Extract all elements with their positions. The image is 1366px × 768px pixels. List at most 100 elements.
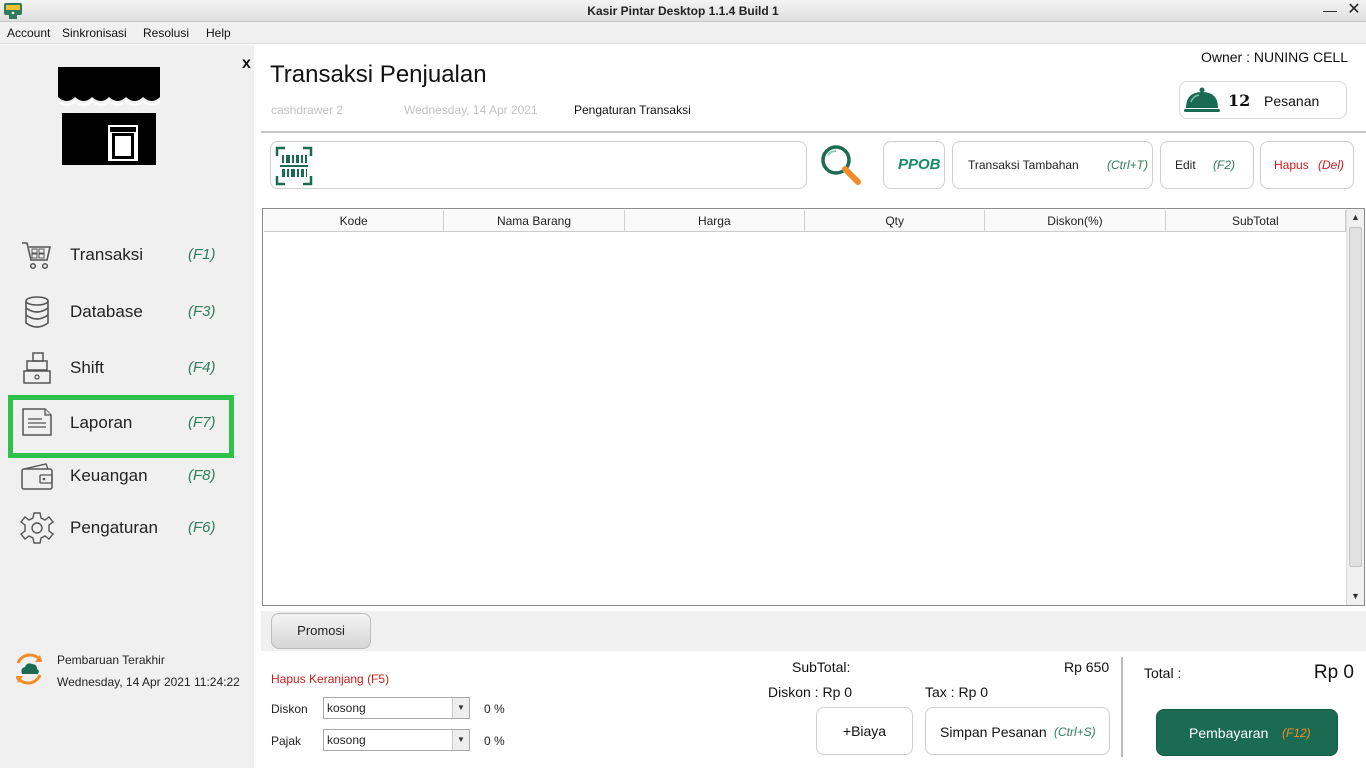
edit-label: Edit	[1175, 158, 1196, 172]
wallet-icon	[21, 463, 53, 490]
column-header-harga[interactable]: Harga	[625, 210, 805, 231]
total-value: Rp 0	[1313, 662, 1354, 683]
ppob-button[interactable]: PPOB	[883, 141, 945, 189]
column-header-kode[interactable]: Kode	[264, 210, 445, 231]
discount-select[interactable]: kosong ▼	[323, 697, 470, 719]
sidebar-item-pengaturan[interactable]: Pengaturan (F6)	[8, 501, 234, 555]
save-order-button[interactable]: Simpan Pesanan (Ctrl+S)	[925, 707, 1110, 755]
scroll-down-arrow-icon[interactable]: ▼	[1347, 588, 1364, 605]
promo-bar: Promosi	[261, 611, 1366, 651]
tax-select-value: kosong	[327, 733, 366, 747]
column-header-subtotal[interactable]: SubTotal	[1166, 210, 1346, 231]
edit-shortcut: (F2)	[1213, 158, 1235, 172]
store-logo-icon	[58, 67, 160, 165]
subtotal-label: SubTotal:	[792, 659, 851, 675]
discount-percent: 0 %	[484, 702, 505, 716]
menu-account[interactable]: Account	[7, 26, 50, 40]
menu-sinkronisasi[interactable]: Sinkronisasi	[62, 26, 127, 40]
chevron-down-icon[interactable]: ▼	[452, 698, 469, 718]
sidebar-item-shortcut: (F1)	[188, 246, 216, 263]
close-window-button[interactable]: ✕	[1344, 1, 1364, 21]
extra-transaction-label: Transaksi Tambahan	[968, 158, 1079, 172]
discount-label: Diskon	[271, 702, 308, 716]
transaction-settings-link[interactable]: Pengaturan Transaksi	[574, 103, 691, 117]
sidebar-item-label: Transaksi	[70, 245, 144, 264]
add-fee-button[interactable]: +Biaya	[816, 707, 913, 755]
sidebar-item-keuangan[interactable]: Keuangan (F8)	[8, 449, 234, 503]
scroll-thumb[interactable]	[1349, 227, 1362, 567]
sidebar-close-button[interactable]: x	[242, 55, 251, 73]
extra-transaction-button[interactable]: Transaksi Tambahan (Ctrl+T)	[952, 141, 1153, 189]
summary-divider	[1121, 657, 1123, 757]
discount-select-value: kosong	[327, 701, 366, 715]
sidebar-item-database[interactable]: Database (F3)	[8, 285, 234, 339]
sidebar-item-shift[interactable]: Shift (F4)	[8, 341, 234, 395]
delete-shortcut: (Del)	[1318, 158, 1344, 172]
title-bar: Kasir Pintar Desktop 1.1.4 Build 1 — ✕	[0, 0, 1366, 22]
cloche-icon	[1184, 87, 1220, 112]
menu-bar: Account Sinkronisasi Resolusi Help	[0, 22, 1366, 44]
shopping-cart-icon	[22, 242, 52, 270]
sidebar-item-shortcut: (F4)	[188, 359, 216, 376]
sidebar-item-shortcut: (F3)	[188, 303, 216, 320]
tax-label: Pajak	[271, 734, 302, 748]
search-icon[interactable]	[818, 143, 862, 187]
barcode-search-box[interactable]	[270, 141, 807, 189]
save-order-shortcut: (Ctrl+S)	[1054, 725, 1096, 739]
sidebar-item-label: Database	[70, 302, 143, 321]
last-sync-panel: Pembaruan Terakhir Wednesday, 14 Apr 202…	[12, 649, 252, 699]
delete-label: Hapus	[1274, 158, 1309, 172]
sidebar-item-label: Pengaturan	[70, 518, 158, 537]
minimize-button[interactable]: —	[1320, 2, 1340, 20]
cloud-sync-icon[interactable]	[12, 651, 46, 687]
barcode-scan-icon[interactable]	[275, 146, 313, 186]
owner-label: Owner : NUNING CELL	[1200, 49, 1348, 65]
transaction-table[interactable]: Kode Nama Barang Harga Qty Diskon(%) Sub…	[262, 208, 1365, 606]
payment-label: Pembayaran	[1189, 725, 1269, 741]
chevron-down-icon[interactable]: ▼	[452, 730, 469, 750]
clear-cart-link[interactable]: Hapus Keranjang (F5)	[271, 672, 389, 686]
tax-percent: 0 %	[484, 734, 505, 748]
sidebar-item-label: Shift	[70, 358, 105, 377]
cashdrawer-label: cashdrawer 2	[271, 103, 344, 117]
payment-button[interactable]: Pembayaran (F12)	[1156, 709, 1338, 756]
column-header-nama-barang[interactable]: Nama Barang	[444, 210, 625, 231]
orders-button[interactable]: 12 Pesanan	[1179, 81, 1347, 119]
summary-tax: Tax : Rp 0	[925, 684, 989, 700]
column-header-qty[interactable]: Qty	[805, 210, 986, 231]
table-scrollbar[interactable]: ▲ ▼	[1346, 209, 1364, 605]
gear-icon	[20, 512, 54, 544]
main-panel: Transaksi Penjualan Owner : NUNING CELL …	[254, 45, 1366, 768]
orders-count: 12	[1228, 91, 1251, 110]
sidebar-item-shortcut: (F8)	[188, 467, 216, 484]
edit-button[interactable]: Edit (F2)	[1160, 141, 1254, 189]
menu-help[interactable]: Help	[206, 26, 231, 40]
payment-shortcut: (F12)	[1282, 726, 1311, 740]
save-order-label: Simpan Pesanan	[940, 724, 1047, 740]
sync-time: Wednesday, 14 Apr 2021 11:24:22	[57, 675, 240, 689]
subtotal-value: Rp 650	[1064, 659, 1110, 675]
column-header-diskon[interactable]: Diskon(%)	[985, 210, 1166, 231]
ppob-label: PPOB	[898, 156, 941, 173]
sidebar-item-label: Laporan	[70, 413, 133, 432]
tax-select[interactable]: kosong ▼	[323, 729, 470, 751]
barcode-search-input[interactable]	[321, 152, 791, 178]
cash-register-icon	[23, 352, 51, 384]
page-title: Transaksi Penjualan	[270, 61, 487, 88]
total-label: Total :	[1144, 665, 1182, 681]
header-divider	[261, 131, 1366, 133]
summary-discount: Diskon : Rp 0	[768, 684, 853, 700]
date-label: Wednesday, 14 Apr 2021	[404, 103, 538, 117]
scroll-up-arrow-icon[interactable]: ▲	[1347, 209, 1364, 226]
document-icon	[22, 408, 52, 436]
delete-button[interactable]: Hapus (Del)	[1260, 141, 1354, 189]
window-title: Kasir Pintar Desktop 1.1.4 Build 1	[587, 4, 779, 18]
database-icon	[25, 296, 49, 328]
sidebar-item-transaksi[interactable]: Transaksi (F1)	[8, 228, 234, 282]
promo-button[interactable]: Promosi	[271, 613, 371, 649]
extra-transaction-shortcut: (Ctrl+T)	[1107, 158, 1148, 172]
sidebar-item-label: Keuangan	[70, 466, 148, 485]
menu-resolusi[interactable]: Resolusi	[143, 26, 189, 40]
table-header: Kode Nama Barang Harga Qty Diskon(%) Sub…	[264, 210, 1346, 232]
sidebar: x Transaksi (F1) Database (F3) Shift (F4…	[0, 45, 254, 768]
